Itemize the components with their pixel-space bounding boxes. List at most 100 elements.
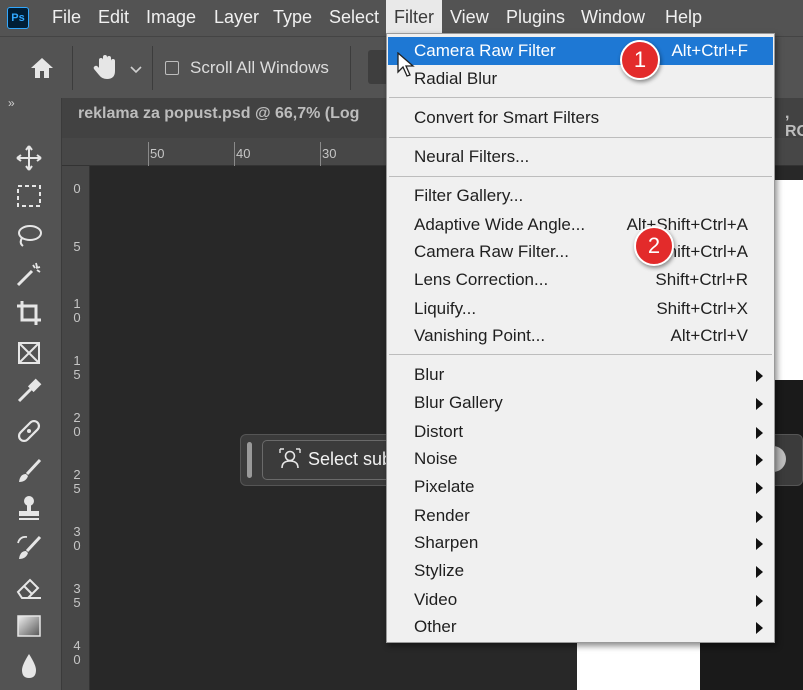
zoom-option-button[interactable] xyxy=(368,50,388,84)
marquee-icon[interactable] xyxy=(14,181,44,211)
menu-item-label: Distort xyxy=(414,422,464,441)
menu-item-stylize[interactable]: Stylize xyxy=(388,557,773,585)
menu-item-label: Camera Raw Filter... xyxy=(414,242,569,261)
ruler-label: 50 xyxy=(150,146,165,161)
menu-item-noise[interactable]: Noise xyxy=(388,445,773,473)
submenu-arrow-icon xyxy=(756,370,763,382)
menu-filter[interactable]: Filter xyxy=(386,0,442,36)
menu-item-neural-filters[interactable]: Neural Filters... xyxy=(388,143,773,171)
menu-window[interactable]: Window xyxy=(573,0,653,36)
menu-item-liquify[interactable]: Liquify... Shift+Ctrl+X xyxy=(388,295,773,323)
home-icon[interactable] xyxy=(28,54,56,82)
menu-help[interactable]: Help xyxy=(657,0,710,36)
scroll-all-windows-checkbox[interactable] xyxy=(165,61,179,75)
ruler-label: 1 0 xyxy=(73,296,81,325)
menu-item-other[interactable]: Other xyxy=(388,613,773,641)
menu-item-video[interactable]: Video xyxy=(388,586,773,614)
menu-item-blur-gallery[interactable]: Blur Gallery xyxy=(388,389,773,417)
ruler-label: 2 5 xyxy=(73,467,81,496)
person-icon xyxy=(278,447,302,471)
menu-item-label: Blur xyxy=(414,365,445,384)
gradient-icon[interactable] xyxy=(14,611,44,641)
menu-item-shortcut: Alt+Ctrl+F xyxy=(671,41,748,60)
ruler-label: 30 xyxy=(322,146,337,161)
submenu-arrow-icon xyxy=(756,427,763,439)
menu-file[interactable]: File xyxy=(44,0,89,36)
lasso-icon[interactable] xyxy=(14,221,44,251)
options-divider xyxy=(350,46,351,90)
healing-icon[interactable] xyxy=(14,416,44,446)
ruler-label: 3 0 xyxy=(73,524,81,553)
chevron-down-icon[interactable] xyxy=(130,62,142,74)
menu-item-render[interactable]: Render xyxy=(388,502,773,530)
menu-item-label: Sharpen xyxy=(414,533,479,552)
menu-item-camera-raw-filter[interactable]: Camera Raw Filter... Shift+Ctrl+A xyxy=(388,238,773,266)
submenu-arrow-icon xyxy=(756,566,763,578)
menu-item-convert-smart-filters[interactable]: Convert for Smart Filters xyxy=(388,104,773,132)
menu-item-adaptive-wide-angle[interactable]: Adaptive Wide Angle... Alt+Shift+Ctrl+A xyxy=(388,211,773,239)
select-subject-label: Select sub xyxy=(308,449,393,469)
menu-item-label: Blur Gallery xyxy=(414,393,503,412)
menu-item-shortcut: Alt+Ctrl+V xyxy=(670,326,748,345)
menu-layer[interactable]: Layer xyxy=(206,0,267,36)
submenu-arrow-icon xyxy=(756,622,763,634)
ps-logo-icon: Ps xyxy=(7,7,29,29)
crop-icon[interactable] xyxy=(14,298,44,328)
submenu-arrow-icon xyxy=(756,595,763,607)
document-tab[interactable]: reklama za popust.psd @ 66,7% (Log xyxy=(78,105,359,123)
hand-icon[interactable] xyxy=(90,52,120,82)
menu-separator xyxy=(389,176,772,177)
ruler-label: 5 xyxy=(73,239,81,254)
brush-icon[interactable] xyxy=(14,456,44,486)
annotation-badge: 1 xyxy=(620,40,660,80)
menu-item-label: Convert for Smart Filters xyxy=(414,108,600,127)
collapse-toolbar-button[interactable]: » xyxy=(8,96,15,110)
submenu-arrow-icon xyxy=(756,511,763,523)
menu-item-label: Filter Gallery... xyxy=(414,186,524,205)
blur-drop-icon[interactable] xyxy=(14,651,44,681)
menu-select[interactable]: Select xyxy=(321,0,387,36)
eraser-icon[interactable] xyxy=(14,572,44,602)
menu-item-pixelate[interactable]: Pixelate xyxy=(388,473,773,501)
menu-item-lens-correction[interactable]: Lens Correction... Shift+Ctrl+R xyxy=(388,266,773,294)
menu-view[interactable]: View xyxy=(442,0,497,36)
menu-item-filter-gallery[interactable]: Filter Gallery... xyxy=(388,182,773,210)
ruler-label: 0 xyxy=(73,181,81,196)
ruler-tick xyxy=(234,142,235,166)
menu-item-sharpen[interactable]: Sharpen xyxy=(388,529,773,557)
magic-wand-icon[interactable] xyxy=(14,259,44,289)
menu-item-label: Lens Correction... xyxy=(414,270,549,289)
history-brush-icon[interactable] xyxy=(14,533,44,563)
menu-separator xyxy=(389,137,772,138)
task-bar-grip[interactable] xyxy=(247,442,252,478)
menu-item-camera-raw-last[interactable]: Camera Raw Filter Alt+Ctrl+F xyxy=(388,37,773,65)
menu-type[interactable]: Type xyxy=(265,0,320,36)
annotation-badge: 2 xyxy=(634,226,674,266)
menu-plugins[interactable]: Plugins xyxy=(498,0,573,36)
menu-item-blur[interactable]: Blur xyxy=(388,361,773,389)
menu-edit[interactable]: Edit xyxy=(90,0,137,36)
ruler-label: 4 0 xyxy=(73,638,81,667)
menu-item-label: Stylize xyxy=(414,561,465,580)
menu-item-label: Pixelate xyxy=(414,477,475,496)
scroll-all-windows-label: Scroll All Windows xyxy=(190,58,329,77)
move-icon[interactable] xyxy=(14,143,44,173)
menu-item-radial-blur[interactable]: Radial Blur xyxy=(388,65,773,93)
stamp-icon[interactable] xyxy=(14,493,44,523)
cursor-icon xyxy=(397,51,417,78)
menu-item-label: Liquify... xyxy=(414,299,477,318)
eyedropper-icon[interactable] xyxy=(14,376,44,406)
menu-item-label: Neural Filters... xyxy=(414,147,530,166)
frame-icon[interactable] xyxy=(14,338,44,368)
menu-item-label: Camera Raw Filter xyxy=(414,41,556,60)
menu-item-label: Other xyxy=(414,617,457,636)
menu-item-vanishing-point[interactable]: Vanishing Point... Alt+Ctrl+V xyxy=(388,322,773,350)
submenu-arrow-icon xyxy=(756,538,763,550)
ruler-tick xyxy=(320,142,321,166)
submenu-arrow-icon xyxy=(756,482,763,494)
menu-item-shortcut: Shift+Ctrl+R xyxy=(655,270,748,289)
ruler-label: 2 0 xyxy=(73,410,81,439)
menu-item-distort[interactable]: Distort xyxy=(388,418,773,446)
menu-image[interactable]: Image xyxy=(138,0,204,36)
ruler-label: 3 5 xyxy=(73,581,81,610)
